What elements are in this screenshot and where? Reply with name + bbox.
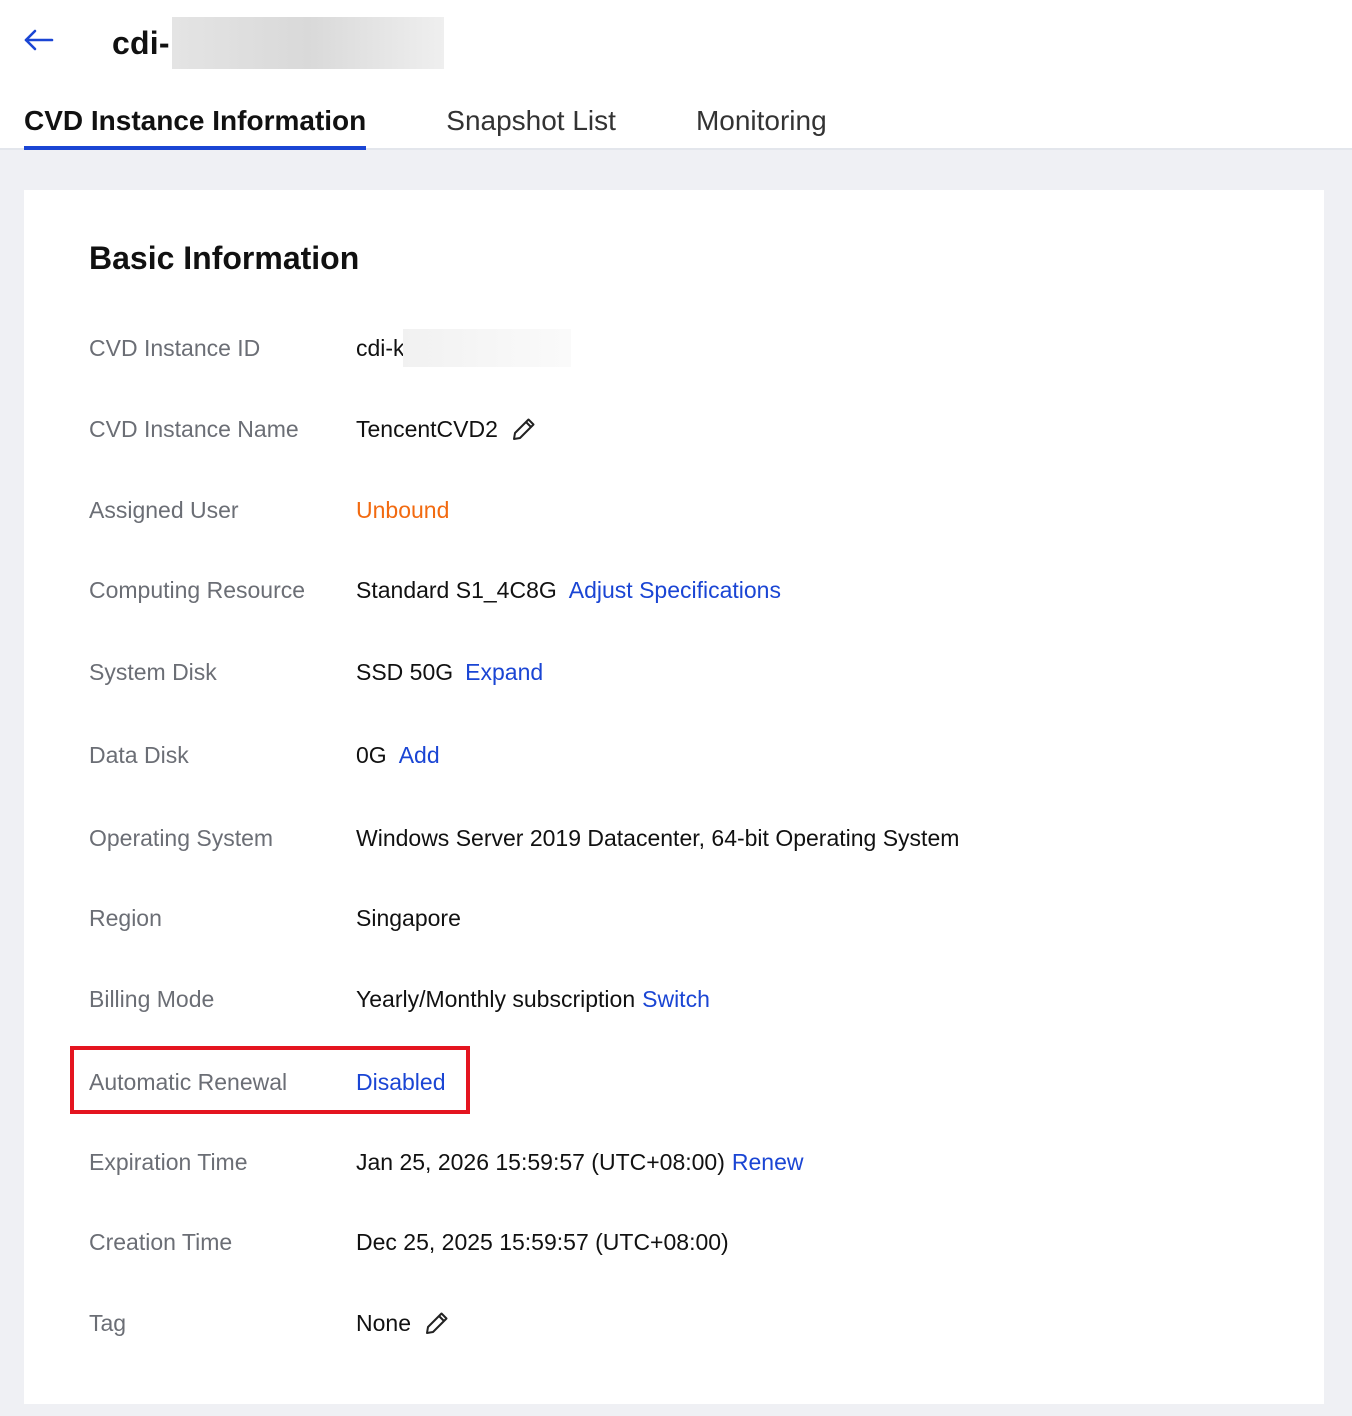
adjust-specifications-link[interactable]: Adjust Specifications [569, 577, 781, 604]
field-label: Operating System [89, 824, 274, 851]
renew-link[interactable]: Renew [732, 1149, 804, 1176]
field-label: Tag [89, 1309, 127, 1336]
tag-value: None [356, 1309, 411, 1336]
field-label: Data Disk [89, 741, 189, 768]
row-tag: Tag None [89, 1303, 1289, 1343]
basic-information-card: Basic Information CVD Instance ID cdi-k … [24, 190, 1324, 1404]
field-value: None [356, 1309, 451, 1337]
field-value: Jan 25, 2026 15:59:57 (UTC+08:00) Renew [356, 1149, 804, 1176]
row-instance-id: CVD Instance ID cdi-k [89, 328, 1289, 368]
row-data-disk: Data Disk 0G Add [89, 735, 1289, 775]
field-value: TencentCVD2 [356, 415, 538, 443]
billing-mode-value: Yearly/Monthly subscription [356, 985, 636, 1012]
field-label: CVD Instance Name [89, 415, 299, 442]
instance-id-value: cdi-k [356, 334, 405, 361]
field-value: SSD 50G Expand [356, 659, 543, 686]
field-value: cdi-k [356, 329, 571, 367]
expand-link[interactable]: Expand [465, 659, 543, 686]
back-button[interactable] [22, 26, 56, 54]
section-title: Basic Information [89, 240, 360, 276]
automatic-renewal-toggle-link[interactable]: Disabled [356, 1069, 446, 1096]
tab-snapshot-list[interactable]: Snapshot List [446, 98, 616, 150]
row-assigned-user: Assigned User Unbound [89, 490, 1289, 530]
switch-billing-link[interactable]: Switch [642, 986, 710, 1013]
field-label: CVD Instance ID [89, 334, 261, 361]
row-region: Region Singapore [89, 898, 1289, 938]
pencil-icon[interactable] [423, 1309, 451, 1337]
row-system-disk: System Disk SSD 50G Expand [89, 652, 1289, 692]
field-label: Computing Resource [89, 576, 306, 603]
field-label: Automatic Renewal [89, 1068, 288, 1095]
field-label: Billing Mode [89, 985, 215, 1012]
tab-bar: CVD Instance Information Snapshot List M… [24, 98, 827, 150]
pencil-icon[interactable] [510, 415, 538, 443]
data-disk-value: 0G [356, 741, 387, 768]
row-billing-mode: Billing Mode Yearly/Monthly subscription… [89, 979, 1289, 1019]
field-value: Unbound [356, 497, 449, 524]
page-header: cdi- CVD Instance Information Snapshot L… [0, 0, 1352, 150]
computing-resource-value: Standard S1_4C8G [356, 576, 557, 603]
add-data-disk-link[interactable]: Add [399, 742, 440, 769]
row-creation-time: Creation Time Dec 25, 2025 15:59:57 (UTC… [89, 1222, 1289, 1262]
tab-cvd-instance-information[interactable]: CVD Instance Information [24, 98, 367, 150]
assigned-user-status: Unbound [356, 496, 450, 523]
row-computing-resource: Computing Resource Standard S1_4C8G Adju… [89, 570, 1289, 610]
instance-name-value: TencentCVD2 [356, 415, 498, 442]
field-value: Yearly/Monthly subscription Switch [356, 986, 710, 1013]
row-instance-name: CVD Instance Name TencentCVD2 [89, 409, 1289, 449]
tab-monitoring[interactable]: Monitoring [696, 98, 827, 150]
operating-system-value: Windows Server 2019 Datacenter, 64-bit O… [356, 824, 960, 851]
field-label: Region [89, 904, 162, 931]
arrow-left-icon [24, 29, 54, 51]
row-expiration-time: Expiration Time Jan 25, 2026 15:59:57 (U… [89, 1142, 1289, 1182]
field-label: Assigned User [89, 496, 239, 523]
field-label: Creation Time [89, 1228, 233, 1255]
region-value: Singapore [356, 904, 461, 931]
row-operating-system: Operating System Windows Server 2019 Dat… [89, 818, 1289, 858]
field-label: Expiration Time [89, 1148, 248, 1175]
field-value: Disabled [356, 1069, 446, 1096]
field-value: Windows Server 2019 Datacenter, 64-bit O… [356, 825, 959, 852]
expiration-time-value: Jan 25, 2026 15:59:57 (UTC+08:00) [356, 1148, 725, 1175]
redacted-block [171, 17, 444, 69]
system-disk-value: SSD 50G [356, 658, 454, 685]
redacted-block [402, 329, 571, 367]
field-value: Dec 25, 2025 15:59:57 (UTC+08:00) [356, 1229, 729, 1256]
field-value: Standard S1_4C8G Adjust Specifications [356, 577, 781, 604]
field-value: Singapore [356, 905, 461, 932]
page-title: cdi- [112, 17, 444, 69]
field-value: 0G Add [356, 742, 440, 769]
page-title-text: cdi- [112, 24, 170, 61]
creation-time-value: Dec 25, 2025 15:59:57 (UTC+08:00) [356, 1228, 729, 1255]
row-automatic-renewal: Automatic Renewal Disabled [89, 1062, 1289, 1102]
field-label: System Disk [89, 658, 217, 685]
